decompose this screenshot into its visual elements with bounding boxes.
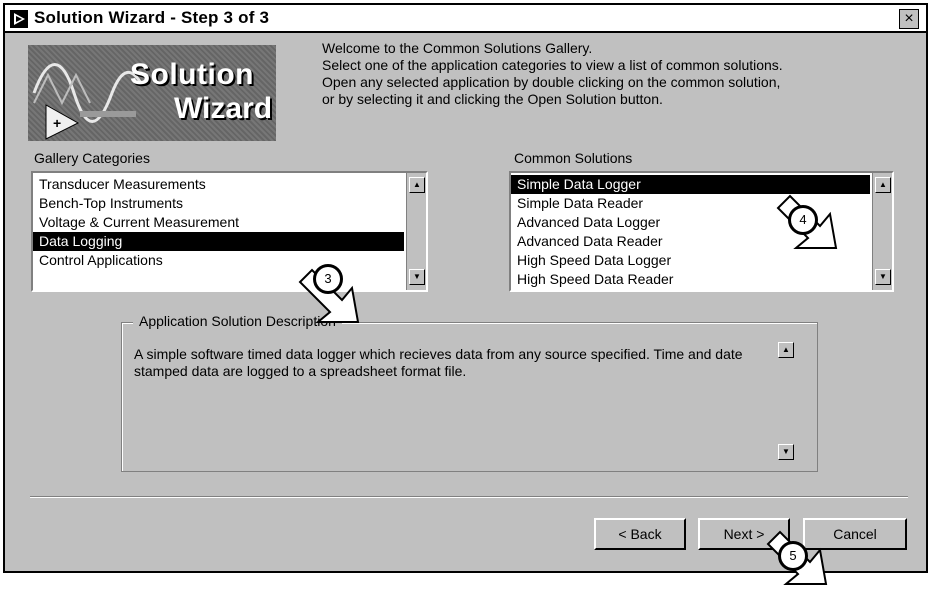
callout-4-badge: 4: [788, 205, 818, 235]
callout-3-label: 3: [316, 267, 340, 291]
callout-3-badge: 3: [313, 264, 343, 294]
callout-5-label: 5: [781, 544, 805, 568]
callout-arrows: [298, 194, 838, 585]
callout-4-label: 4: [791, 208, 815, 232]
callout-5-badge: 5: [778, 541, 808, 571]
